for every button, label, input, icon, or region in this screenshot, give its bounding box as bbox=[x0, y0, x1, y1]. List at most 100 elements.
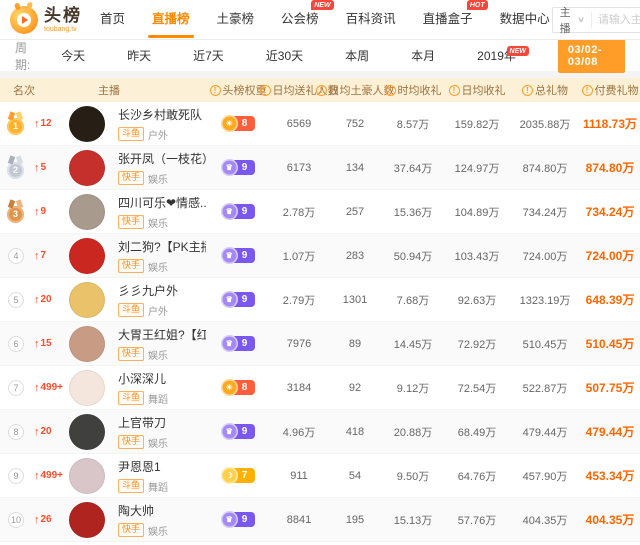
total-gift-value: 479.44万 bbox=[510, 410, 580, 453]
period-option-this-week[interactable]: 本周 bbox=[345, 47, 369, 64]
streamer-name[interactable]: 张开凤（一枝花） bbox=[118, 150, 206, 167]
hourly-gift-value: 8.57万 bbox=[382, 102, 444, 145]
play-icon bbox=[17, 13, 31, 27]
coin-icon: ☀ bbox=[221, 379, 238, 396]
avatar[interactable] bbox=[69, 326, 105, 362]
avatar[interactable] bbox=[69, 194, 105, 230]
coin-icon: ♛ bbox=[221, 203, 238, 220]
weight-cell: ♛ 9 bbox=[206, 498, 270, 541]
streamer-name[interactable]: 彡彡九户外 bbox=[118, 282, 178, 299]
selected-date-range[interactable]: 03/02-03/08 bbox=[558, 39, 625, 73]
avatar[interactable] bbox=[69, 106, 105, 142]
nav-item-live-box[interactable]: 直播盒子HOT bbox=[421, 1, 475, 38]
coin-icon: ♛ bbox=[221, 423, 238, 440]
streamer-name[interactable]: 长沙乡村敢死队 bbox=[118, 106, 202, 123]
period-option-30days[interactable]: 近30天 bbox=[266, 47, 303, 64]
period-option-yesterday[interactable]: 昨天 bbox=[127, 47, 151, 64]
platform-tag[interactable]: 斗鱼 bbox=[118, 127, 144, 142]
site-logo[interactable]: 头榜 toubang.tv bbox=[10, 6, 82, 34]
avatar-cell bbox=[64, 498, 110, 541]
category-label: 舞蹈 bbox=[148, 391, 168, 406]
weight-badge: ☀ 8 bbox=[229, 380, 256, 395]
weight-badge: ♛ 9 bbox=[229, 248, 256, 263]
avatar[interactable] bbox=[69, 370, 105, 406]
rank-change-cell: ↑ 12 bbox=[26, 102, 64, 145]
period-option-7days[interactable]: 近7天 bbox=[193, 47, 224, 64]
period-option-today[interactable]: 今天 bbox=[61, 47, 85, 64]
weight-cell: ☀ 8 bbox=[206, 102, 270, 145]
platform-tag[interactable]: 斗鱼 bbox=[118, 303, 144, 318]
hourly-gift-value: 50.94万 bbox=[382, 234, 444, 277]
period-option-this-month[interactable]: 本月 bbox=[411, 47, 435, 64]
rich-users-value: 89 bbox=[328, 322, 382, 365]
rank-change-value: 15 bbox=[41, 338, 52, 349]
gift-users-value: 3184 bbox=[270, 366, 328, 409]
nav-item-live-rank[interactable]: 直播榜 bbox=[150, 1, 192, 38]
gift-users-value: 6569 bbox=[270, 102, 328, 145]
gift-users-value: 2.78万 bbox=[270, 190, 328, 233]
info-icon: ! bbox=[582, 85, 593, 96]
avatar[interactable] bbox=[69, 238, 105, 274]
gold-medal-icon: 1 bbox=[7, 118, 24, 135]
rank-badge: 7 bbox=[8, 380, 24, 396]
col-header-total: !总礼物 bbox=[510, 82, 580, 98]
streamer-name[interactable]: 刘二狗?【PK主播... bbox=[118, 238, 206, 255]
streamer-name[interactable]: 陶大帅 bbox=[118, 502, 154, 519]
daily-gift-value: 72.92万 bbox=[444, 322, 510, 365]
rank-badge: 4 bbox=[8, 248, 24, 264]
streamer-name[interactable]: 尹恩恩1 bbox=[118, 458, 161, 475]
anchor-cell: 四川可乐❤情感... 快手 娱乐 bbox=[110, 190, 206, 233]
weight-badge: ♛ 9 bbox=[229, 292, 256, 307]
info-icon: ! bbox=[260, 85, 271, 96]
table-row: 10 ↑ 26 陶大帅 快手 娱乐 ♛ 9 8841 195 15.13万 57… bbox=[0, 498, 640, 542]
avatar[interactable] bbox=[69, 458, 105, 494]
avatar[interactable] bbox=[69, 282, 105, 318]
streamer-name[interactable]: 上官带刀 bbox=[118, 414, 166, 431]
platform-tag[interactable]: 斗鱼 bbox=[118, 479, 144, 494]
rank-cell: 10 bbox=[0, 498, 26, 541]
up-arrow-icon: ↑ bbox=[34, 250, 40, 262]
search-category-dropdown[interactable]: 主播 ∨ bbox=[553, 12, 592, 28]
main-nav: 首页 直播榜 土豪榜 公会榜NEW 百科资讯 直播盒子HOT 数据中心 bbox=[98, 1, 552, 38]
period-option-2019[interactable]: 2019年 NEW bbox=[477, 47, 516, 64]
weight-badge: ☽ 7 bbox=[229, 468, 256, 483]
streamer-name[interactable]: 小深深儿 bbox=[118, 370, 166, 387]
rank-cell: 2 bbox=[0, 146, 26, 189]
platform-tag[interactable]: 快手 bbox=[118, 347, 144, 362]
col-header-rich-users: !日均土豪人数 bbox=[328, 82, 382, 98]
streamer-meta: 快手 娱乐 bbox=[118, 171, 168, 186]
nav-item-wiki-news[interactable]: 百科资讯 bbox=[344, 1, 398, 38]
platform-tag[interactable]: 快手 bbox=[118, 171, 144, 186]
brand-name: 头榜 bbox=[44, 7, 82, 24]
avatar[interactable] bbox=[69, 150, 105, 186]
paid-gift-value: 510.45万 bbox=[580, 322, 640, 365]
platform-tag[interactable]: 快手 bbox=[118, 523, 144, 538]
logo-mascot-icon bbox=[10, 6, 38, 34]
rank-badge: 9 bbox=[8, 468, 24, 484]
platform-tag[interactable]: 斗鱼 bbox=[118, 391, 144, 406]
avatar[interactable] bbox=[69, 502, 105, 538]
platform-tag[interactable]: 快手 bbox=[118, 215, 144, 230]
rich-users-value: 134 bbox=[328, 146, 382, 189]
weight-cell: ♛ 9 bbox=[206, 234, 270, 277]
avatar-cell bbox=[64, 410, 110, 453]
streamer-name[interactable]: 四川可乐❤情感... bbox=[118, 194, 206, 211]
rank-badge: 10 bbox=[8, 512, 24, 528]
streamer-name[interactable]: 大胃王红姐?【红... bbox=[118, 326, 206, 343]
anchor-cell: 刘二狗?【PK主播... 快手 娱乐 bbox=[110, 234, 206, 277]
platform-tag[interactable]: 快手 bbox=[118, 259, 144, 274]
silver-medal-icon: 2 bbox=[7, 162, 24, 179]
weight-cell: ☀ 8 bbox=[206, 366, 270, 409]
nav-item-data-center[interactable]: 数据中心 bbox=[498, 1, 552, 38]
daily-gift-value: 68.49万 bbox=[444, 410, 510, 453]
search-input[interactable] bbox=[592, 9, 640, 31]
gift-users-value: 2.79万 bbox=[270, 278, 328, 321]
avatar[interactable] bbox=[69, 414, 105, 450]
weight-cell: ☽ 7 bbox=[206, 454, 270, 497]
anchor-cell: 小深深儿 斗鱼 舞蹈 bbox=[110, 366, 206, 409]
nav-item-home[interactable]: 首页 bbox=[98, 1, 127, 38]
platform-tag[interactable]: 快手 bbox=[118, 435, 144, 450]
nav-item-tycoon-rank[interactable]: 土豪榜 bbox=[215, 1, 257, 38]
nav-item-guild-rank[interactable]: 公会榜NEW bbox=[279, 1, 321, 38]
rich-users-value: 752 bbox=[328, 102, 382, 145]
